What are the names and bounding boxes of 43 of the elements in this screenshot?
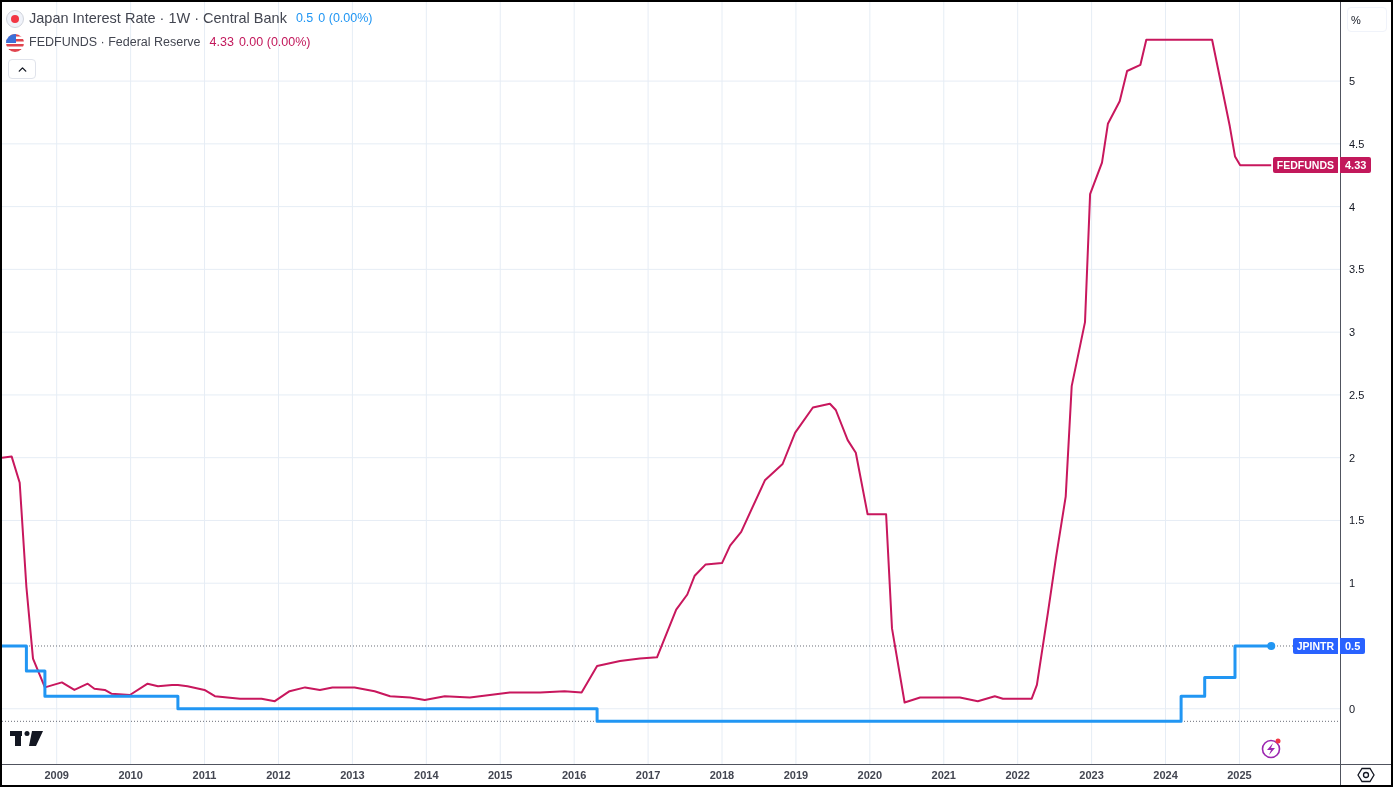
y-axis-label: 0 [1349,702,1356,715]
x-axis-label: 2011 [192,769,217,781]
x-axis-label: 2025 [1227,769,1252,781]
y-axis-label: 1 [1349,577,1356,590]
series-value: 4.33 [209,34,234,52]
price-value: 0.5 [1340,638,1366,654]
y-axis-label: 3 [1349,326,1356,339]
y-axis-label: 2 [1349,451,1356,464]
x-axis-label: 2020 [857,769,883,781]
series-title: FEDFUNDS · Federal Reserve [29,34,201,52]
y-axis-label: 3.5 [1349,263,1365,276]
x-axis-label: 2014 [414,769,439,781]
y-axis-label: 1.5 [1349,514,1365,527]
x-axis-label: 2021 [931,769,956,781]
y-axis-label: 4.5 [1349,137,1365,150]
symbol-label: FEDFUNDS [1272,157,1338,174]
series-change: 0 (0.00%) [318,10,373,28]
x-axis-label: 2010 [118,769,143,781]
x-axis-label: 2023 [1079,769,1104,781]
collapse-button[interactable] [8,59,36,79]
x-axis-label: 2022 [1005,769,1030,781]
y-axis-label: 4 [1349,200,1356,213]
x-axis-label: 2009 [44,769,69,781]
unit-label: % [1347,7,1387,32]
x-axis-label: 2018 [709,769,735,781]
y-axis-label: 5 [1349,75,1356,88]
x-axis-label: 2016 [561,769,587,781]
logo-icon [10,731,44,746]
x-axis-label: 2015 [488,769,513,781]
price-value: 4.33 [1340,157,1372,174]
x-axis-label: 2012 [266,769,291,781]
series-value: 0.5 [295,10,314,28]
x-axis-label: 2013 [340,769,365,781]
settings-icon[interactable] [1357,767,1375,783]
series-title: Japan Interest Rate · 1W · Central Bank [29,8,287,28]
flag-icon [6,33,24,52]
symbol-label: JPINTR [1292,638,1338,654]
flag-icon [6,9,24,28]
y-axis-label: 2.5 [1349,388,1365,401]
x-axis-label: 2024 [1153,769,1178,781]
x-axis-label: 2017 [635,769,661,781]
series-change: 0.00 (0.00%) [238,34,311,52]
x-axis-label: 2019 [783,769,809,781]
